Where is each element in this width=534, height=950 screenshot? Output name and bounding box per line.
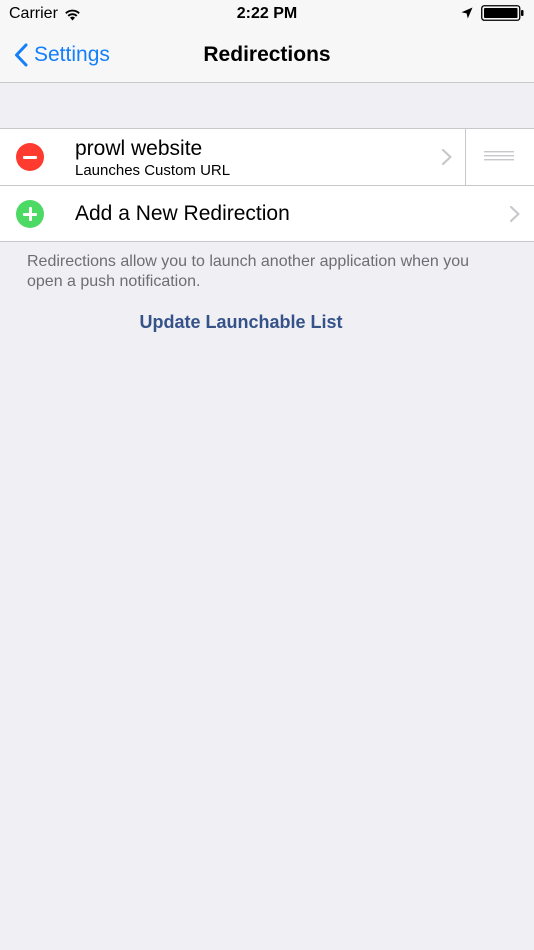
reorder-separator <box>465 129 466 185</box>
chevron-right-icon <box>509 205 520 223</box>
page-title: Redirections <box>203 43 331 66</box>
status-time: 2:22 PM <box>236 5 298 22</box>
add-redirection-label: Add a New Redirection <box>75 202 290 225</box>
add-redirection-row[interactable]: Add a New Redirection <box>0 185 534 241</box>
add-redirection-button[interactable] <box>16 200 44 228</box>
delete-redirection-button[interactable] <box>16 143 44 171</box>
redirection-subtitle: Launches Custom URL <box>75 162 231 179</box>
update-launchable-list-button[interactable]: Update Launchable List <box>0 312 482 333</box>
redirections-table: prowl website Launches Custom URL Add a … <box>0 128 534 242</box>
redirections-description: Redirections allow you to launch another… <box>27 253 470 290</box>
chevron-right-icon <box>441 148 452 166</box>
screen: Carrier 2:22 PM Settings Redirections pr… <box>0 0 534 950</box>
redirection-title: prowl website <box>75 137 203 160</box>
minus-circle-icon <box>23 155 37 159</box>
status-bar: Carrier 2:22 PM <box>0 0 534 30</box>
redirection-row[interactable]: prowl website Launches Custom URL <box>0 129 534 185</box>
navigation-bar: Settings Redirections <box>0 30 534 83</box>
location-arrow-icon <box>461 7 473 19</box>
plus-circle-icon-vertical <box>28 207 32 221</box>
reorder-handle-icon[interactable] <box>484 149 516 165</box>
battery-icon <box>481 5 524 21</box>
status-right <box>461 5 524 21</box>
